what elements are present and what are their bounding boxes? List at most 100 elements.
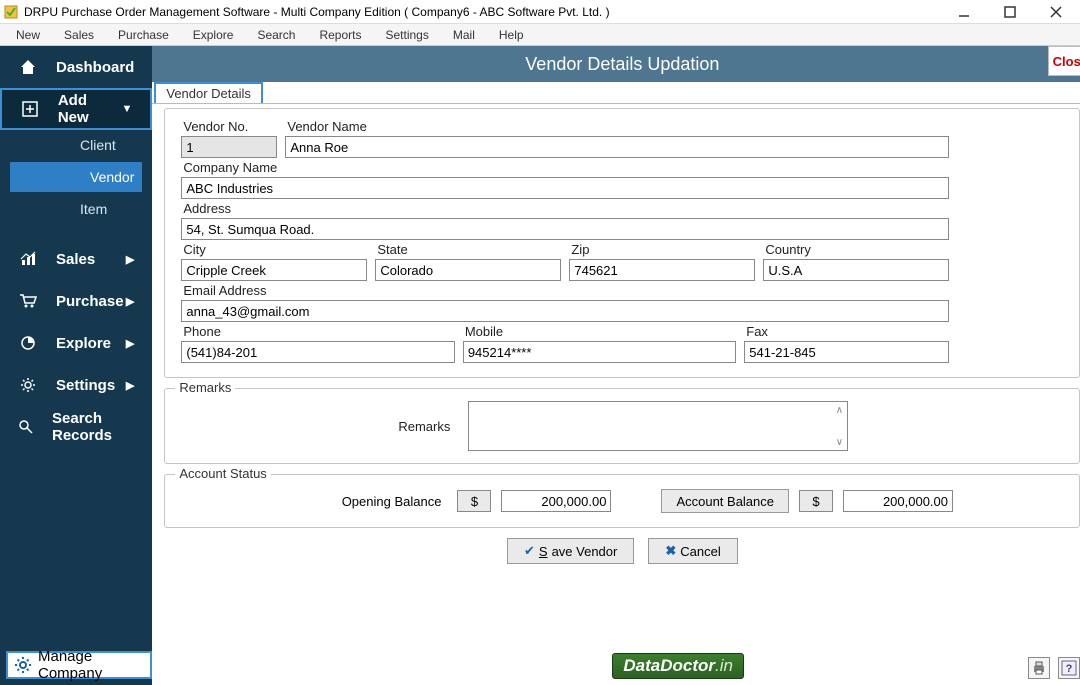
- opening-currency: $: [457, 490, 491, 512]
- opening-balance-input[interactable]: [501, 490, 611, 512]
- balance-currency: $: [799, 490, 833, 512]
- chevron-right-icon: ▶: [126, 295, 134, 308]
- sidebar-add-new[interactable]: Add New ▼: [0, 88, 152, 130]
- save-vendor-button[interactable]: ✔ Save Vendor: [507, 538, 634, 564]
- app-icon: [4, 5, 18, 19]
- sidebar-sales[interactable]: Sales ▶: [0, 238, 152, 280]
- menu-search[interactable]: Search: [245, 28, 307, 42]
- minimize-button[interactable]: [950, 2, 978, 22]
- email-label: Email Address: [181, 283, 949, 298]
- sidebar-explore-label: Explore: [56, 335, 111, 352]
- account-balance-input: [843, 490, 953, 512]
- menu-settings[interactable]: Settings: [374, 28, 441, 42]
- phone-input[interactable]: [181, 341, 454, 363]
- menu-new[interactable]: New: [4, 28, 52, 42]
- remarks-legend: Remarks: [175, 380, 235, 395]
- menu-purchase[interactable]: Purchase: [106, 28, 181, 42]
- sidebar-settings[interactable]: Settings ▶: [0, 364, 152, 406]
- sidebar-sales-label: Sales: [56, 251, 95, 268]
- sidebar-sub-client[interactable]: Client: [0, 130, 152, 160]
- footer-icons: ?: [1028, 657, 1080, 679]
- menu-reports[interactable]: Reports: [307, 28, 373, 42]
- remarks-textarea[interactable]: ∧ ∨: [468, 401, 848, 451]
- menu-sales[interactable]: Sales: [52, 28, 106, 42]
- page-header: Vendor Details Updation Close: [152, 46, 1080, 82]
- remarks-label: Remarks: [396, 419, 450, 434]
- vendor-no-label: Vendor No.: [181, 119, 277, 134]
- vendor-details-fieldset: Vendor No. Vendor Name Company Name Addr…: [164, 108, 1080, 378]
- sidebar-sub-vendor[interactable]: Vendor: [10, 162, 142, 192]
- sidebar-dashboard-label: Dashboard: [56, 59, 134, 76]
- close-window-button[interactable]: [1042, 2, 1070, 22]
- mobile-label: Mobile: [463, 324, 736, 339]
- opening-balance-label: Opening Balance: [342, 494, 442, 509]
- save-label-rest: ave Vendor: [552, 544, 618, 559]
- manage-company-button[interactable]: Manage Company: [6, 651, 152, 679]
- page-title: Vendor Details Updation: [525, 54, 719, 75]
- menu-bar: New Sales Purchase Explore Search Report…: [0, 24, 1080, 46]
- cart-icon: [18, 293, 38, 309]
- menu-help[interactable]: Help: [487, 28, 536, 42]
- add-new-icon: [20, 101, 40, 117]
- email-input[interactable]: [181, 300, 949, 322]
- sales-icon: [18, 251, 38, 267]
- search-icon: [18, 419, 34, 435]
- sidebar-purchase-label: Purchase: [56, 293, 124, 310]
- fax-input[interactable]: [744, 341, 949, 363]
- print-icon[interactable]: [1028, 657, 1050, 679]
- remarks-fieldset: Remarks Remarks ∧ ∨: [164, 388, 1080, 464]
- home-icon: [18, 58, 38, 76]
- sidebar-search-label: Search Records: [52, 410, 134, 444]
- account-balance-button[interactable]: Account Balance: [661, 489, 789, 513]
- manage-company-label: Manage Company: [38, 648, 144, 682]
- tab-vendor-details[interactable]: Vendor Details: [154, 82, 263, 103]
- state-input[interactable]: [375, 259, 561, 281]
- chevron-right-icon: ▶: [126, 337, 134, 350]
- city-input[interactable]: [181, 259, 367, 281]
- cancel-label: Cancel: [680, 544, 720, 559]
- city-label: City: [181, 242, 367, 257]
- sidebar-dashboard[interactable]: Dashboard: [0, 46, 152, 88]
- gear-icon: [18, 377, 38, 393]
- company-input[interactable]: [181, 177, 949, 199]
- vendor-name-input[interactable]: [285, 136, 949, 158]
- menu-explore[interactable]: Explore: [181, 28, 246, 42]
- mobile-input[interactable]: [463, 341, 736, 363]
- close-panel-button[interactable]: Close: [1048, 46, 1080, 76]
- menu-mail[interactable]: Mail: [441, 28, 487, 42]
- maximize-button[interactable]: [996, 2, 1024, 22]
- gear-icon: [14, 656, 32, 674]
- save-label-underline: S: [539, 544, 548, 559]
- scroll-down-icon[interactable]: ∨: [833, 436, 845, 448]
- window-buttons: [950, 2, 1070, 22]
- account-status-fieldset: Account Status Opening Balance $ Account…: [164, 474, 1080, 528]
- country-input[interactable]: [763, 259, 949, 281]
- zip-label: Zip: [569, 242, 755, 257]
- svg-text:?: ?: [1066, 663, 1073, 675]
- cancel-button[interactable]: ✖ Cancel: [648, 538, 737, 564]
- check-icon: ✔: [524, 543, 535, 559]
- address-input[interactable]: [181, 218, 949, 240]
- help-icon[interactable]: ?: [1058, 657, 1080, 679]
- sidebar-explore[interactable]: Explore ▶: [0, 322, 152, 364]
- sidebar-search-records[interactable]: Search Records: [0, 406, 152, 448]
- sidebar-add-new-label: Add New: [58, 92, 122, 126]
- sidebar: Dashboard Add New ▼ Client Vendor Item S…: [0, 46, 152, 685]
- sidebar-sub-item[interactable]: Item: [0, 194, 152, 224]
- company-label: Company Name: [181, 160, 949, 175]
- phone-label: Phone: [181, 324, 454, 339]
- zip-input[interactable]: [569, 259, 755, 281]
- account-legend: Account Status: [175, 466, 270, 481]
- action-buttons: ✔ Save Vendor ✖ Cancel: [164, 538, 1080, 564]
- sidebar-purchase[interactable]: Purchase ▶: [0, 280, 152, 322]
- brand-logo: DataDoctor.in: [612, 653, 744, 679]
- scroll-up-icon[interactable]: ∧: [833, 404, 845, 416]
- vendor-no-input: [181, 136, 277, 158]
- address-label: Address: [181, 201, 949, 216]
- title-bar: DRPU Purchase Order Management Software …: [0, 0, 1080, 24]
- x-icon: ✖: [665, 543, 676, 559]
- main-panel: Vendor Details Updation Close Vendor Det…: [152, 46, 1080, 685]
- brand-tld: .in: [715, 656, 733, 676]
- country-label: Country: [763, 242, 949, 257]
- chevron-right-icon: ▶: [126, 253, 134, 266]
